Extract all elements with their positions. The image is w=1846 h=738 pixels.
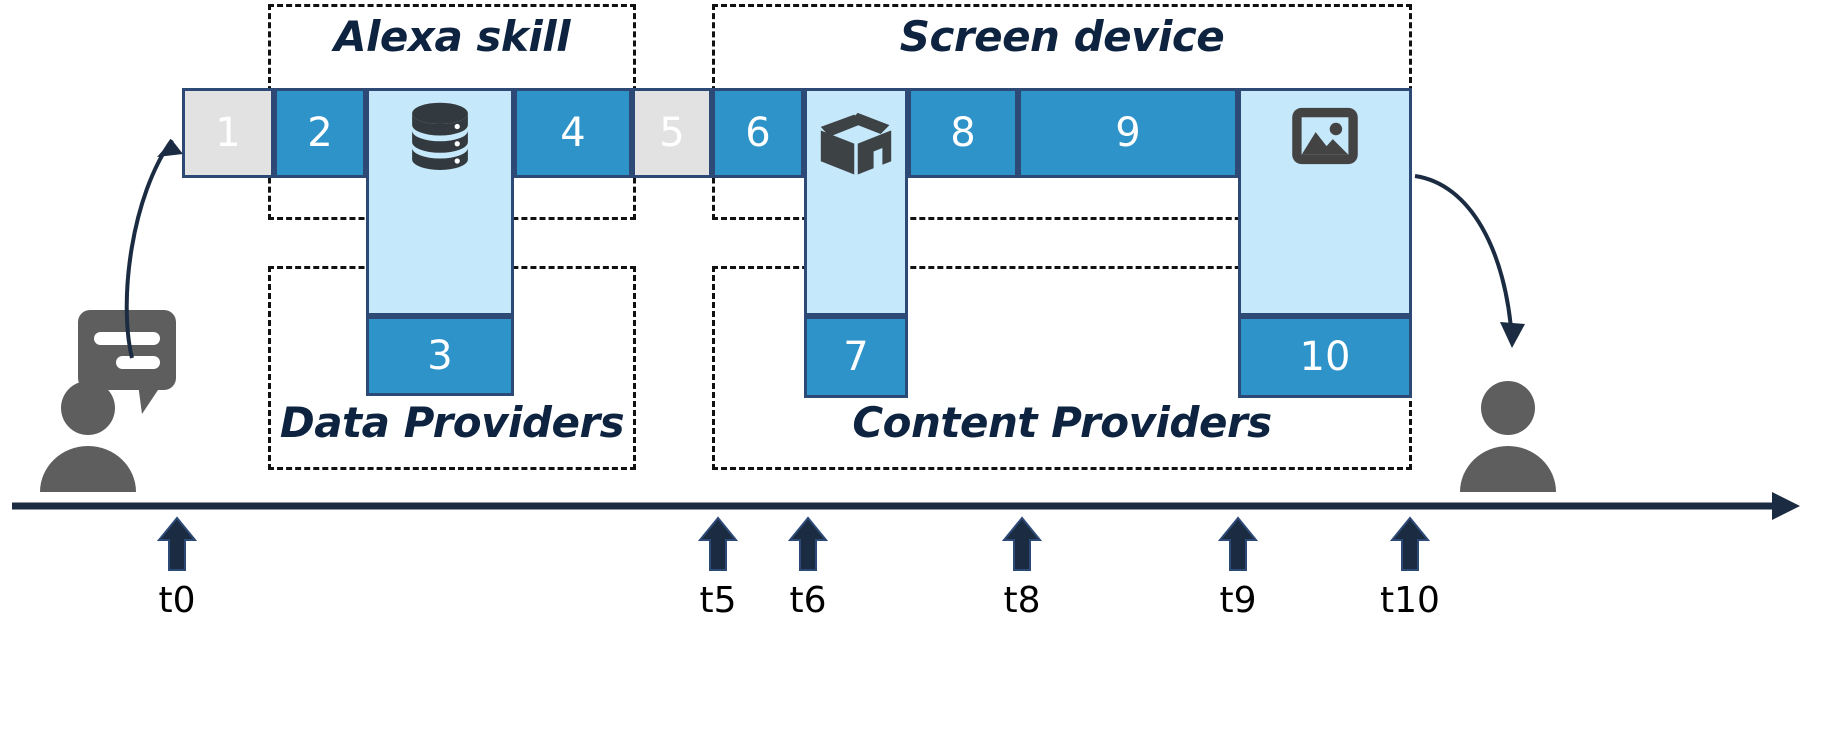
timeline-marker-arrow-t10[interactable] [1389,516,1431,571]
task-block-b7[interactable]: 7 [804,316,908,398]
timeline-marker-arrow-t0[interactable] [156,516,198,571]
task-block-label: 7 [843,334,869,380]
task-block-b5[interactable]: 5 [632,88,712,178]
diagram-canvas: Alexa skill Screen device Data Providers Co… [0,0,1846,738]
request-arrow-icon [124,138,183,359]
task-block-b10[interactable]: 10 [1238,316,1412,398]
speech-bubble-icon [78,310,176,414]
package-icon [807,91,905,313]
person-icon-right [1460,381,1556,492]
task-block-bdb[interactable] [366,88,514,316]
task-block-label: 2 [307,110,333,156]
package-icon [820,112,892,175]
image-icon [1292,107,1358,165]
task-block-b9[interactable]: 9 [1018,88,1238,178]
timeline-marker-label-t6: t6 [789,580,827,621]
database-icon [412,102,468,170]
task-block-bim[interactable] [1238,88,1412,316]
task-block-b4[interactable]: 4 [514,88,632,178]
task-block-label: 6 [745,110,771,156]
group-label-data-providers: Data Providers [279,398,625,447]
response-arrow-icon [1414,174,1525,348]
database-icon [369,91,511,313]
task-block-label: 5 [659,110,685,156]
timeline-marker-label-t0: t0 [158,580,196,621]
task-block-b6[interactable]: 6 [712,88,804,178]
person-icon-left [40,381,136,492]
timeline-marker-arrow-t9[interactable] [1217,516,1259,571]
task-block-label: 3 [427,333,453,379]
timeline-marker-label-t10: t10 [1380,580,1440,621]
task-block-label: 1 [215,110,241,156]
task-block-b8[interactable]: 8 [908,88,1018,178]
task-block-label: 10 [1299,334,1351,380]
timeline-marker-arrow-t8[interactable] [1001,516,1043,571]
task-block-b2[interactable]: 2 [274,88,366,178]
task-block-b3[interactable]: 3 [366,316,514,396]
task-block-label: 4 [560,110,586,156]
timeline-marker-label-t8: t8 [1003,580,1041,621]
group-label-screen-device: Screen device [899,12,1225,61]
task-block-label: 9 [1115,110,1141,156]
timeline-marker-arrows [156,516,1431,571]
group-label-alexa-skill: Alexa skill [333,12,571,61]
task-block-b1[interactable]: 1 [182,88,274,178]
timeline-axis [12,492,1800,520]
timeline-marker-label-t9: t9 [1219,580,1257,621]
group-label-content-providers: Content Providers [852,398,1272,447]
timeline-marker-arrow-t5[interactable] [697,516,739,571]
timeline-marker-arrow-t6[interactable] [787,516,829,571]
task-block-bpk[interactable] [804,88,908,316]
image-icon [1241,91,1409,313]
task-block-label: 8 [950,110,976,156]
